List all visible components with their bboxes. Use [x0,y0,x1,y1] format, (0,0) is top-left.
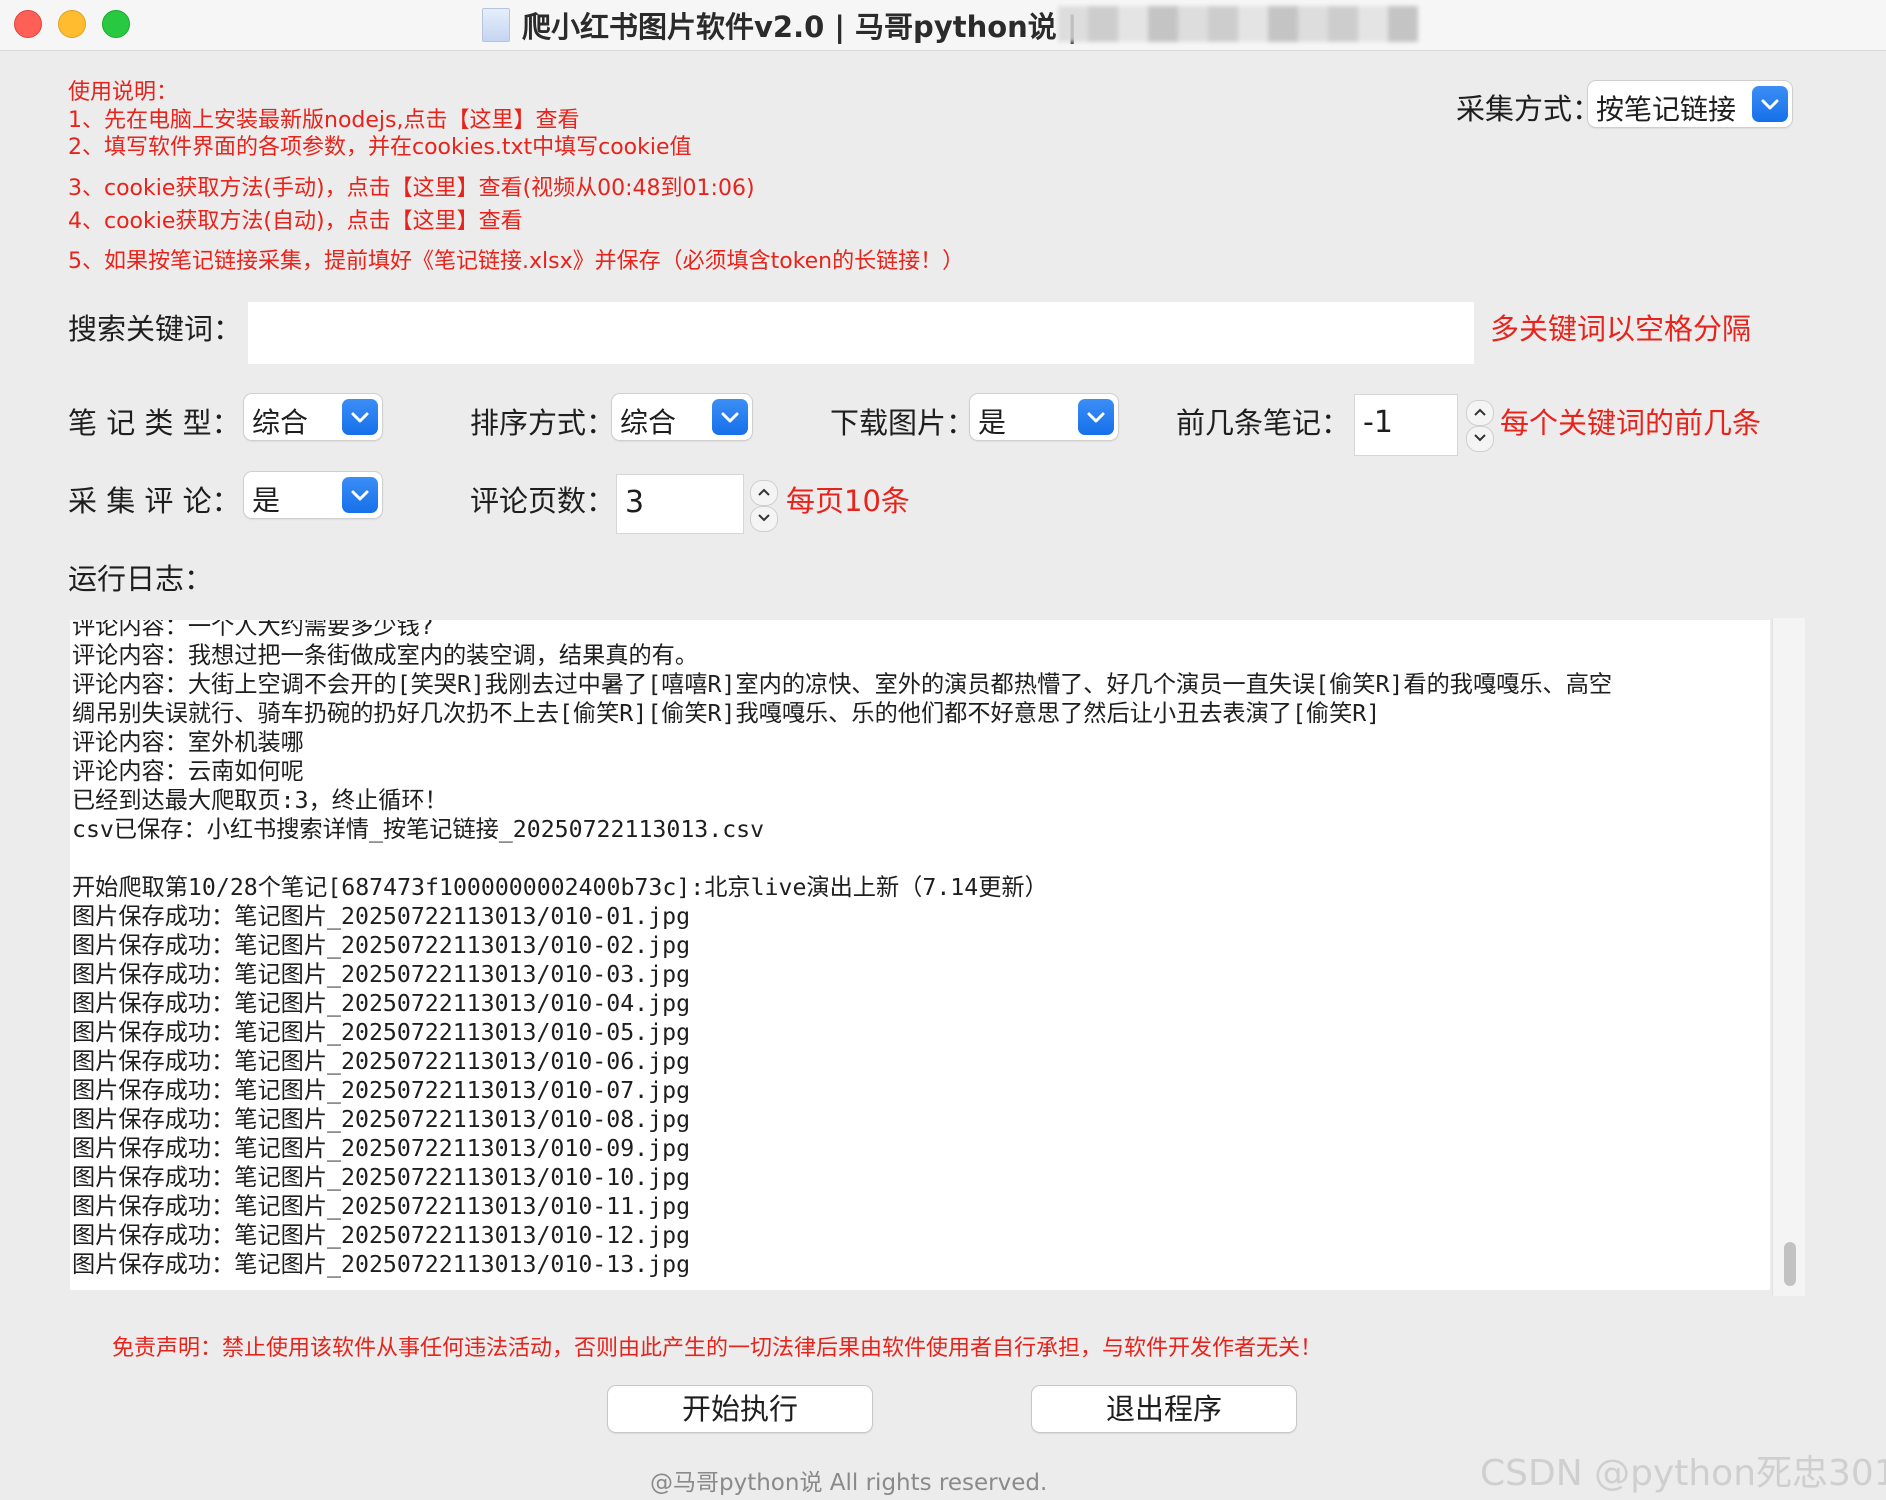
log-line: 图片保存成功：笔记图片_20250722113013/010-04.jpg [72,990,691,1017]
log-line: 绸吊别失误就行、骑车扔碗的扔好几次扔不上去[偷笑R][偷笑R]我嘎嘎乐、乐的他们… [72,700,1381,727]
log-line: 图片保存成功：笔记图片_20250722113013/010-05.jpg [72,1019,691,1046]
collect-comments-select[interactable]: 是 [244,472,382,518]
log-line: 评论内容：大街上空调不会开的[笑哭R]我刚去过中暑了[嘻嘻R]室内的凉快、室外的… [72,671,1613,698]
log-line: 评论内容：我想过把一条街做成室内的装空调，结果真的有。 [72,642,699,669]
collect-mode-value: 按笔记链接 [1596,93,1737,126]
log-scrollbar-thumb[interactable] [1784,1242,1796,1286]
note-type-value: 综合 [252,406,309,439]
collect-comments-value: 是 [252,484,281,517]
copyright-footer: @马哥python说 All rights reserved. [650,1470,1048,1496]
sort-order-label: 排序方式： [470,406,616,440]
log-line: 开始爬取第10/28个笔记[687473f1000000002400b73c]:… [72,874,1048,901]
log-line: csv已保存：小红书搜索详情_按笔记链接_20250722113013.csv [72,816,765,843]
zoom-window-button[interactable] [102,10,130,38]
document-icon [482,8,510,42]
log-line: 图片保存成功：笔记图片_20250722113013/010-06.jpg [72,1048,691,1075]
log-line: 图片保存成功：笔记图片_20250722113013/010-02.jpg [72,932,691,959]
search-keyword-input[interactable] [248,302,1474,364]
title-bar: 爬小红书图片软件v2.0 | 马哥python说 | [0,0,1886,51]
log-line: 图片保存成功：笔记图片_20250722113013/010-12.jpg [72,1222,691,1249]
log-line: 评论内容：室外机装哪 [72,729,304,756]
close-window-button[interactable] [14,10,42,38]
chevron-down-icon [342,399,378,435]
stepper-up-button[interactable] [750,480,778,506]
top-n-label: 前几条笔记： [1176,406,1351,440]
instruction-item-3[interactable]: 3、cookie获取方法(手动)，点击【这里】查看(视频从00:48到01:06… [68,170,755,202]
start-button[interactable]: 开始执行 [608,1386,872,1432]
top-n-stepper[interactable] [1466,400,1494,452]
redacted-title-region [1058,6,1418,42]
chevron-down-icon [342,477,378,513]
log-line: 图片保存成功：笔记图片_20250722113013/010-11.jpg [72,1193,691,1220]
log-line: 图片保存成功：笔记图片_20250722113013/010-07.jpg [72,1077,691,1104]
download-images-label: 下载图片： [830,406,976,440]
app-window: 爬小红书图片软件v2.0 | 马哥python说 | 使用说明： 1、先在电脑上… [0,0,1886,1500]
stepper-down-button[interactable] [1466,426,1494,452]
top-n-hint: 每个关键词的前几条 [1500,406,1762,440]
log-line: 图片保存成功：笔记图片_20250722113013/010-01.jpg [72,903,691,930]
instruction-item-5: 5、如果按笔记链接采集，提前填好《笔记链接.xlsx》并保存（必须填含token… [68,249,965,274]
log-line: 图片保存成功：笔记图片_20250722113013/010-08.jpg [72,1106,691,1133]
download-images-select[interactable]: 是 [970,394,1118,440]
top-n-input[interactable]: -1 [1354,394,1458,456]
comment-pages-input[interactable]: 3 [616,474,744,534]
chevron-down-icon [712,399,748,435]
instruction-item-4[interactable]: 4、cookie获取方法(自动)，点击【这里】查看 [68,203,523,235]
log-line: 图片保存成功：笔记图片_20250722113013/010-10.jpg [72,1164,691,1191]
log-textarea[interactable]: 评论内容：一个人大约需要多少钱? 评论内容：我想过把一条街做成室内的装空调，结果真… [70,620,1770,1290]
note-type-select[interactable]: 综合 [244,394,382,440]
chevron-down-icon [1752,86,1788,122]
sort-order-value: 综合 [620,406,677,439]
search-keyword-hint: 多关键词以空格分隔 [1490,312,1752,346]
download-images-value: 是 [978,406,1007,439]
comment-pages-label: 评论页数： [470,484,616,518]
log-content: 评论内容：一个人大约需要多少钱? 评论内容：我想过把一条街做成室内的装空调，结果真… [72,620,1612,1279]
disclaimer-text: 免责声明：禁止使用该软件从事任何违法活动，否则由此产生的一切法律后果由软件使用者… [112,1336,1323,1361]
instruction-item-2: 2、填写软件界面的各项参数，并在cookies.txt中填写cookie值 [68,135,692,160]
csdn-watermark: CSDN @python死忠3016 [1480,1453,1886,1494]
search-keyword-label: 搜索关键词： [68,312,243,346]
collect-mode-label: 采集方式： [1456,92,1602,126]
note-type-label: 笔 记 类 型： [68,406,241,440]
log-line: 图片保存成功：笔记图片_20250722113013/010-03.jpg [72,961,691,988]
log-line: 图片保存成功：笔记图片_20250722113013/010-13.jpg [72,1251,691,1278]
stepper-down-button[interactable] [750,506,778,532]
exit-button[interactable]: 退出程序 [1032,1386,1296,1432]
log-line: 已经到达最大爬取页:3，终止循环！ [72,787,448,814]
collect-mode-select[interactable]: 按笔记链接 [1588,81,1792,127]
collect-comments-label: 采 集 评 论： [68,484,241,518]
chevron-down-icon [1078,399,1114,435]
log-line: 图片保存成功：笔记图片_20250722113013/010-09.jpg [72,1135,691,1162]
comment-pages-hint: 每页10条 [786,484,910,518]
minimize-window-button[interactable] [58,10,86,38]
log-label: 运行日志： [68,562,214,596]
comment-pages-stepper[interactable] [750,480,778,532]
log-line: 评论内容：云南如何呢 [72,758,304,785]
log-scrollbar[interactable] [1772,618,1805,1296]
window-title: 爬小红书图片软件v2.0 | 马哥python说 | [522,10,1078,44]
sort-order-select[interactable]: 综合 [612,394,752,440]
stepper-up-button[interactable] [1466,400,1494,426]
log-line: 评论内容：一个人大约需要多少钱? [72,620,434,640]
